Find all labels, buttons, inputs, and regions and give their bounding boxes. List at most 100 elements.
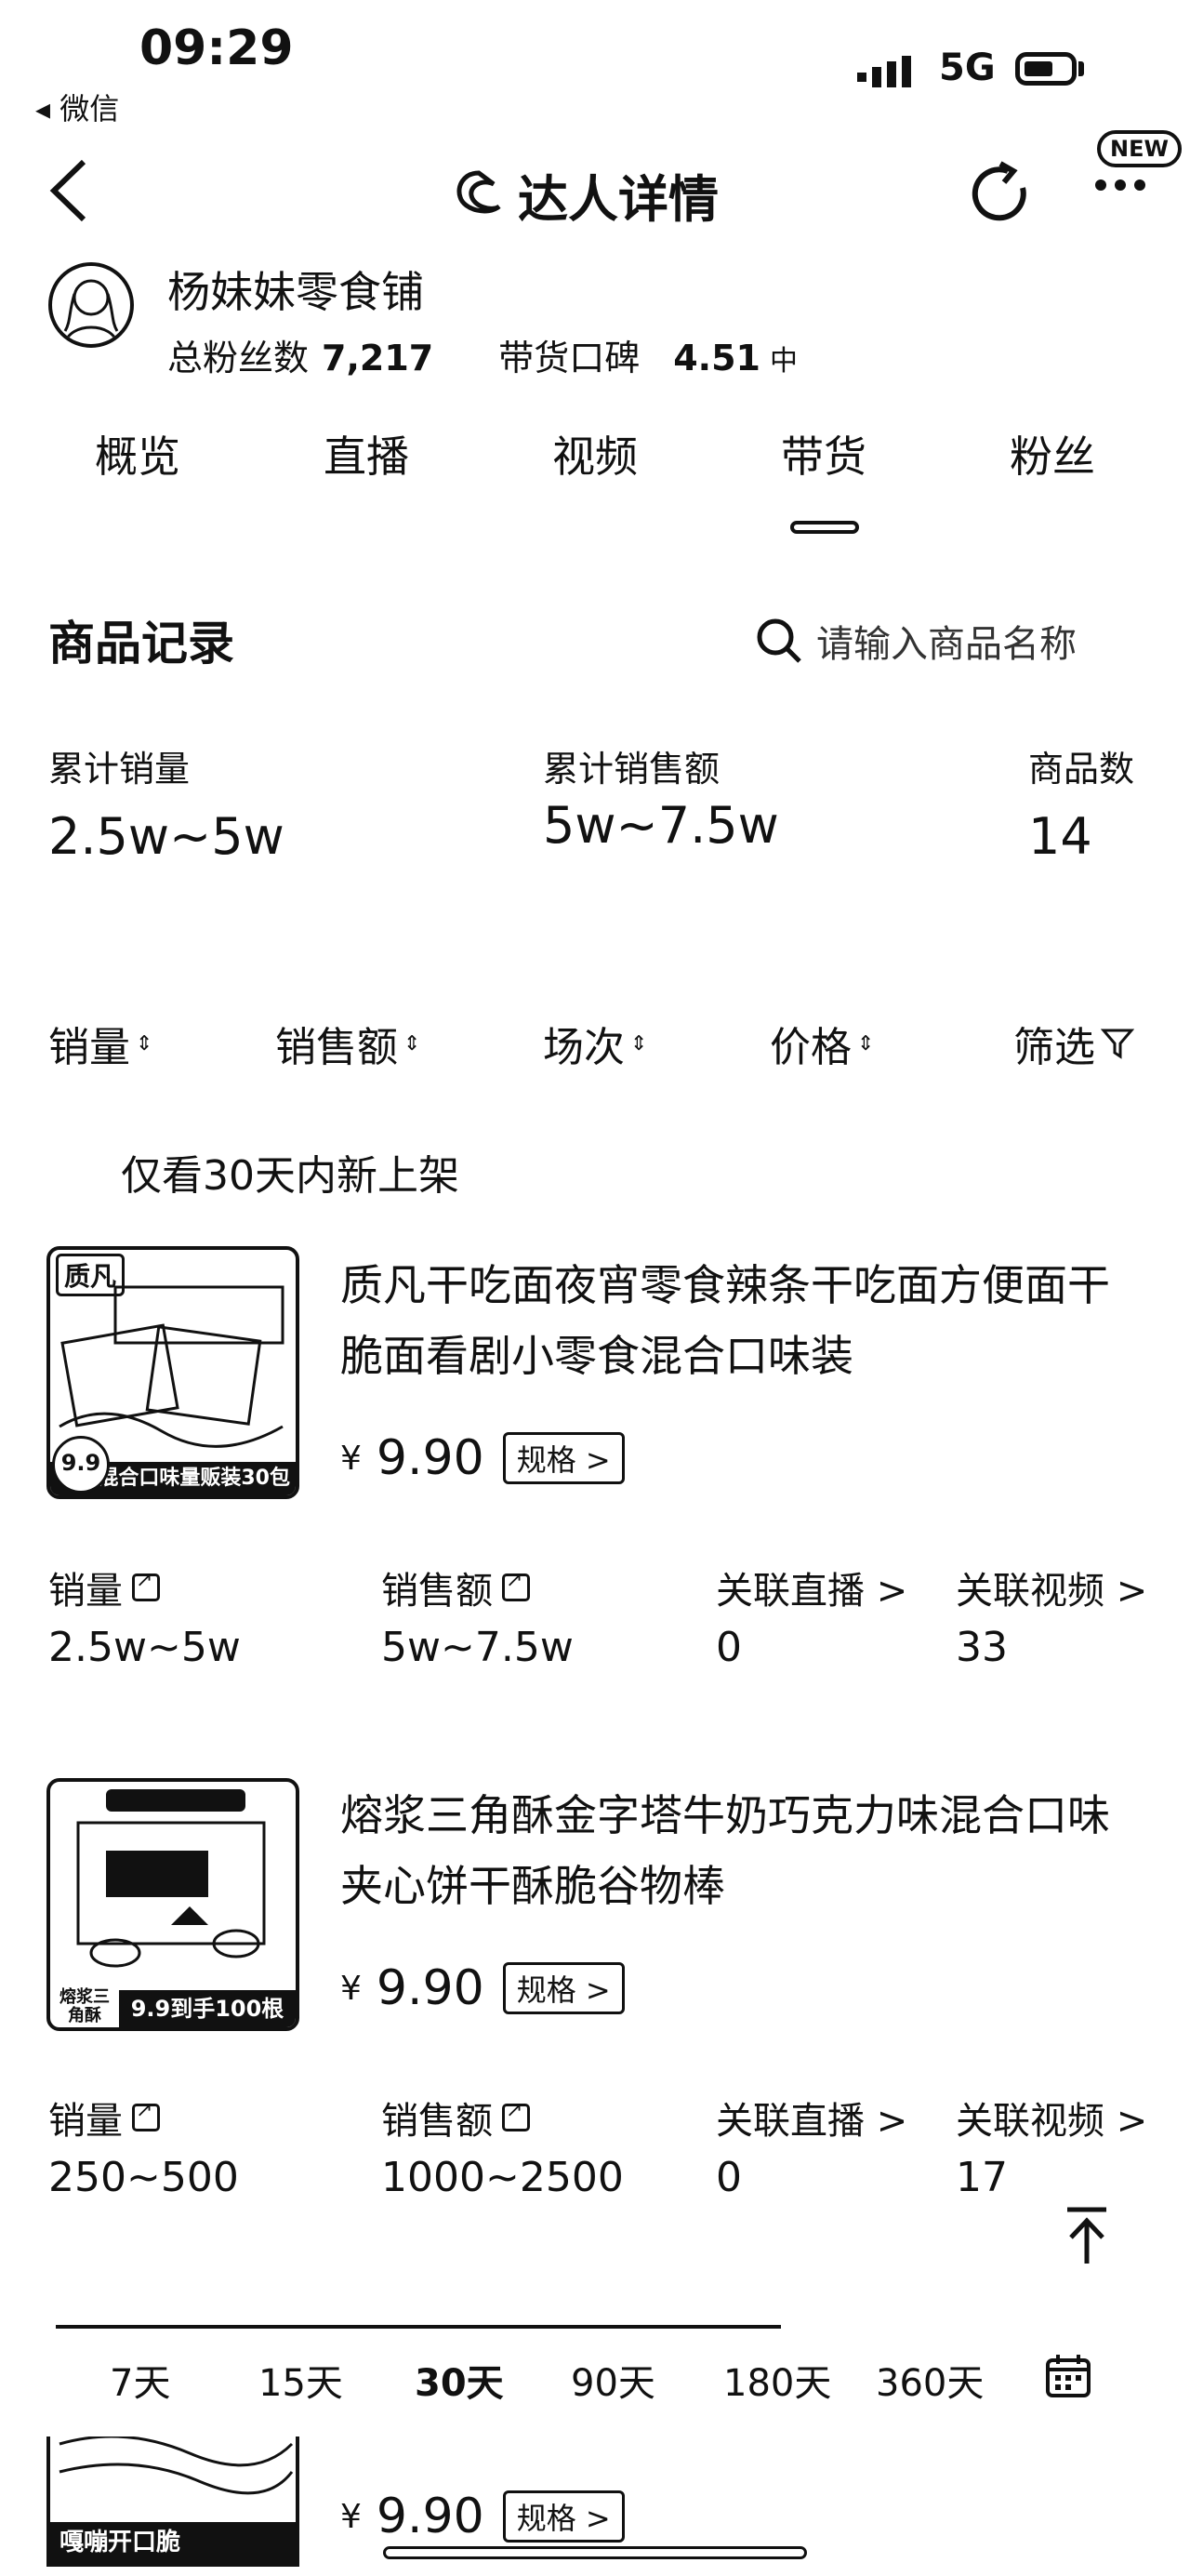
currency-symbol: ¥: [340, 2497, 362, 2536]
spec-button[interactable]: 规格 >: [502, 1962, 625, 2014]
home-indicator: [383, 2546, 807, 2559]
sort-price[interactable]: 价格 ⇕: [770, 1014, 874, 1073]
related-live-link[interactable]: 关联直播 >: [716, 2091, 907, 2144]
range-360d[interactable]: 360天: [876, 2353, 984, 2407]
filter-label: 筛选: [1013, 1024, 1095, 1071]
influencer-name: 杨妹妹零食铺: [167, 267, 424, 317]
product-sales-value: 2.5w~5w: [48, 1624, 241, 1671]
trend-icon: [132, 1569, 160, 1601]
filter-button[interactable]: 筛选: [1013, 1014, 1134, 1073]
tab-overview[interactable]: 概览: [95, 423, 180, 485]
calendar-icon[interactable]: [1045, 2353, 1091, 2399]
total-sales-label: 累计销量: [48, 749, 191, 790]
logo-icon: [456, 169, 501, 213]
product-video-value: 17: [956, 2154, 1008, 2201]
range-90d[interactable]: 90天: [571, 2353, 655, 2407]
price-value: 9.90: [376, 2489, 484, 2544]
search-input[interactable]: 请输入商品名称: [755, 614, 1077, 668]
filter-icon: [1101, 1029, 1134, 1059]
refresh-icon[interactable]: [967, 160, 1036, 229]
sort-sales-label: 销量: [48, 1024, 130, 1071]
only-new-toggle[interactable]: 仅看30天内新上架: [121, 1142, 459, 1202]
section-title: 商品记录: [48, 617, 234, 671]
reputation-level: 中: [770, 345, 798, 378]
currency-symbol: ¥: [340, 1969, 362, 2008]
product-thumbnail[interactable]: 嘎嘣开口脆: [46, 2418, 299, 2567]
product-revenue-value: 1000~2500: [381, 2154, 624, 2201]
sort-revenue-label: 销售额: [275, 1024, 398, 1071]
product-live-value: 0: [716, 2154, 742, 2201]
total-revenue-label: 累计销售额: [543, 749, 721, 790]
product-live-value: 0: [716, 1624, 742, 1671]
product-price: ¥ 9.90 规格 >: [340, 1960, 625, 2016]
product-title[interactable]: 质凡干吃面夜宵零食辣条干吃面方便面干脆面看剧小零食混合口味装: [340, 1250, 1149, 1391]
range-180d[interactable]: 180天: [723, 2353, 831, 2407]
back-to-wechat-link[interactable]: ◂ 微信: [35, 86, 119, 128]
price-value: 9.90: [376, 1430, 484, 1486]
related-live-link[interactable]: 关联直播 >: [716, 1560, 907, 1614]
sort-sessions-label: 场次: [543, 1024, 625, 1071]
metric-sales-label[interactable]: 销量: [48, 2091, 160, 2144]
spec-button[interactable]: 规格 >: [502, 2490, 625, 2543]
sort-revenue[interactable]: 销售额 ⇕: [275, 1014, 420, 1073]
related-video-link[interactable]: 关联视频 >: [956, 1560, 1147, 1614]
metric-sales-text: 销量: [48, 2100, 123, 2143]
range-7d[interactable]: 7天: [110, 2353, 170, 2407]
metric-revenue-label[interactable]: 销售额: [381, 1560, 530, 1614]
battery-tip: [1078, 61, 1084, 76]
product-thumbnail[interactable]: 9.9到手100根 熔浆三角酥: [46, 1778, 299, 2031]
sort-arrows-icon: ⇕: [136, 1031, 153, 1056]
sort-price-label: 价格: [770, 1024, 852, 1071]
thumb-brand-tag: 熔浆三角酥: [60, 1987, 110, 2025]
total-revenue-value: 5w~7.5w: [543, 796, 779, 855]
thumb-banner: 嘎嘣开口脆: [50, 2522, 296, 2563]
search-icon: [757, 618, 801, 663]
metric-revenue-text: 销售额: [381, 2100, 493, 2143]
product-revenue-value: 5w~7.5w: [381, 1624, 574, 1671]
crispy-snack-image: [59, 2435, 294, 2495]
tab-live[interactable]: 直播: [324, 423, 409, 485]
sort-arrows-icon: ⇕: [857, 1031, 875, 1056]
product-count-value: 14: [1028, 807, 1092, 866]
thumb-price-tag: 9.9: [52, 1436, 110, 1494]
product-title[interactable]: 熔浆三角酥金字塔牛奶巧克力味混合口味夹心饼干酥脆谷物棒: [340, 1780, 1149, 1921]
sort-arrows-icon: ⇕: [630, 1031, 648, 1056]
trend-icon: [502, 2099, 530, 2131]
thumb-banner: 9.9到手100根: [119, 1990, 296, 2027]
more-icon[interactable]: [1093, 171, 1147, 199]
tab-video[interactable]: 视频: [552, 423, 638, 485]
profile-stats: 总粉丝数 7,217 带货口碑 4.51 中: [167, 329, 798, 380]
product-sales-value: 250~500: [48, 2154, 239, 2201]
avatar-portrait-icon: [63, 279, 119, 344]
back-to-top-icon[interactable]: [1064, 2206, 1110, 2265]
range-30d[interactable]: 30天: [415, 2353, 504, 2407]
fans-label: 总粉丝数: [167, 338, 310, 378]
back-arrow-icon[interactable]: [48, 158, 89, 223]
page-title-text: 达人详情: [518, 170, 719, 229]
signal-icon: [857, 56, 911, 87]
avatar[interactable]: [48, 262, 134, 348]
range-15d[interactable]: 15天: [258, 2353, 343, 2407]
currency-symbol: ¥: [340, 1439, 362, 1478]
fans-value: 7,217: [322, 338, 434, 378]
product-price: ¥ 9.90 规格 >: [340, 1430, 625, 1486]
product-price: ¥ 9.90 规格 >: [340, 2489, 625, 2544]
spec-button[interactable]: 规格 >: [502, 1432, 625, 1484]
related-video-link[interactable]: 关联视频 >: [956, 2091, 1147, 2144]
product-count-label: 商品数: [1028, 749, 1135, 790]
sort-arrows-icon: ⇕: [403, 1031, 421, 1056]
metric-revenue-label[interactable]: 销售额: [381, 2091, 530, 2144]
product-thumbnail[interactable]: 质凡 混合口味量贩装30包 9.9: [46, 1246, 299, 1499]
status-time: 09:29: [139, 20, 294, 76]
battery-icon: [1015, 52, 1077, 86]
new-badge: NEW: [1097, 130, 1182, 167]
metric-sales-label[interactable]: 销量: [48, 1560, 160, 1614]
tab-sales[interactable]: 带货: [781, 423, 866, 485]
tab-fans[interactable]: 粉丝: [1010, 423, 1095, 485]
total-sales-value: 2.5w~5w: [48, 807, 284, 866]
snack-box-image: [76, 1789, 266, 1968]
search-placeholder: 请输入商品名称: [816, 623, 1077, 666]
sort-sessions[interactable]: 场次 ⇕: [543, 1014, 647, 1073]
reputation-label: 带货口碑: [498, 338, 641, 378]
sort-sales[interactable]: 销量 ⇕: [48, 1014, 152, 1073]
